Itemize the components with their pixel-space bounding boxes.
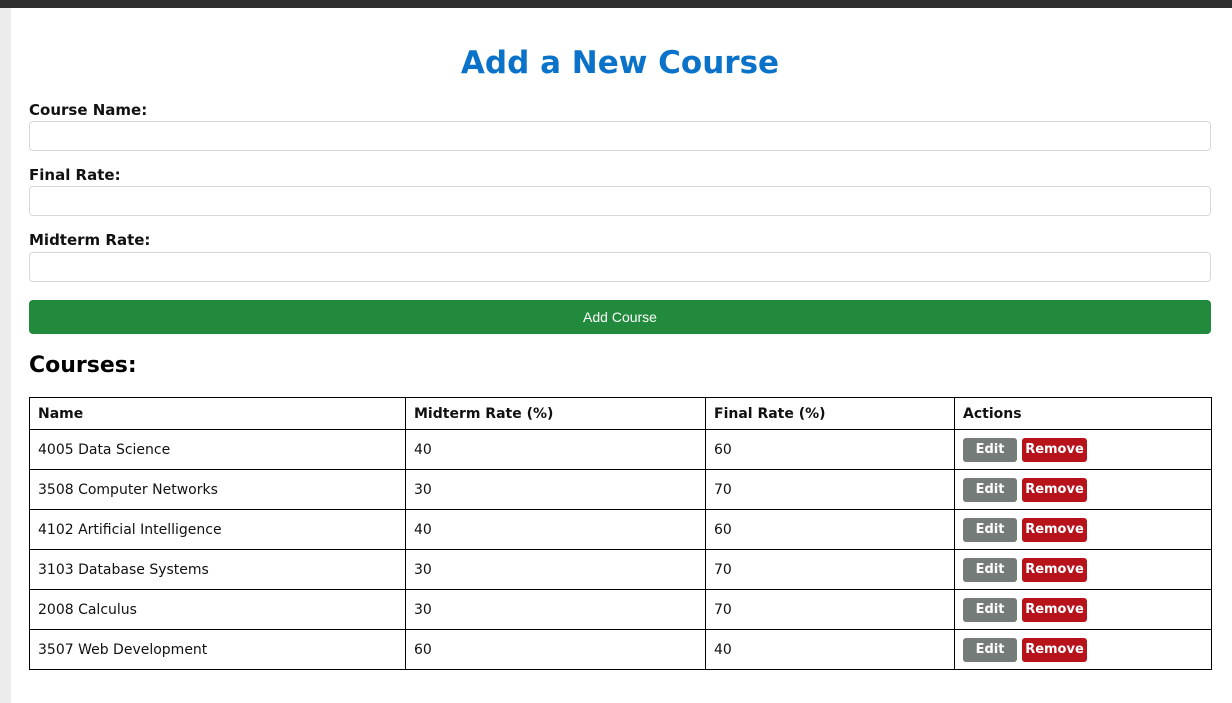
midterm-rate-label: Midterm Rate:	[29, 231, 151, 249]
remove-button[interactable]: Remove	[1022, 517, 1087, 542]
actions-cell: Edit Remove	[954, 469, 1212, 510]
course-name-cell: 4005 Data Science	[29, 429, 406, 470]
actions-cell: Edit Remove	[954, 429, 1212, 470]
remove-button[interactable]: Remove	[1022, 477, 1087, 502]
edit-button[interactable]: Edit	[963, 437, 1017, 462]
midterm-rate-cell: 40	[405, 509, 706, 550]
course-name-cell: 3508 Computer Networks	[29, 469, 406, 510]
courses-heading: Courses:	[29, 353, 137, 378]
midterm-rate-cell: 60	[405, 629, 706, 670]
edit-button[interactable]: Edit	[963, 517, 1017, 542]
add-course-button[interactable]: Add Course	[29, 300, 1211, 334]
edit-button[interactable]: Edit	[963, 637, 1017, 662]
remove-button[interactable]: Remove	[1022, 597, 1087, 622]
column-header-actions: Actions	[954, 397, 1212, 430]
table-row: 3508 Computer Networks 30 70 Edit Remove	[29, 469, 1212, 510]
table-header-row: Name Midterm Rate (%) Final Rate (%) Act…	[29, 397, 1212, 430]
midterm-rate-cell: 40	[405, 429, 706, 470]
column-header-midterm: Midterm Rate (%)	[405, 397, 706, 430]
midterm-rate-cell: 30	[405, 469, 706, 510]
table-row: 3103 Database Systems 30 70 Edit Remove	[29, 549, 1212, 590]
midterm-rate-cell: 30	[405, 589, 706, 630]
page-title: Add a New Course	[460, 45, 780, 81]
midterm-rate-input[interactable]	[29, 252, 1211, 282]
actions-cell: Edit Remove	[954, 629, 1212, 670]
edit-button[interactable]: Edit	[963, 477, 1017, 502]
course-name-input[interactable]	[29, 121, 1211, 151]
course-name-label: Course Name:	[29, 101, 148, 119]
edit-button[interactable]: Edit	[963, 557, 1017, 582]
remove-button[interactable]: Remove	[1022, 437, 1087, 462]
final-rate-cell: 70	[705, 549, 955, 590]
edit-button[interactable]: Edit	[963, 597, 1017, 622]
actions-cell: Edit Remove	[954, 549, 1212, 590]
final-rate-cell: 70	[705, 469, 955, 510]
remove-button[interactable]: Remove	[1022, 557, 1087, 582]
column-header-final: Final Rate (%)	[705, 397, 955, 430]
final-rate-label: Final Rate:	[29, 166, 121, 184]
final-rate-cell: 40	[705, 629, 955, 670]
course-name-cell: 3103 Database Systems	[29, 549, 406, 590]
courses-table: Name Midterm Rate (%) Final Rate (%) Act…	[29, 397, 1212, 670]
course-name-cell: 4102 Artificial Intelligence	[29, 509, 406, 550]
table-row: 2008 Calculus 30 70 Edit Remove	[29, 589, 1212, 630]
browser-top-bar	[0, 0, 1232, 8]
final-rate-input[interactable]	[29, 186, 1211, 216]
page-content: Add a New Course Course Name: Final Rate…	[11, 8, 1232, 703]
actions-cell: Edit Remove	[954, 509, 1212, 550]
table-row: 4102 Artificial Intelligence 40 60 Edit Remo…	[29, 509, 1212, 550]
remove-button[interactable]: Remove	[1022, 637, 1087, 662]
course-name-cell: 2008 Calculus	[29, 589, 406, 630]
actions-cell: Edit Remove	[954, 589, 1212, 630]
midterm-rate-cell: 30	[405, 549, 706, 590]
table-row: 4005 Data Science 40 60 Edit Remove	[29, 429, 1212, 470]
course-name-cell: 3507 Web Development	[29, 629, 406, 670]
final-rate-cell: 60	[705, 429, 955, 470]
column-header-name: Name	[29, 397, 406, 430]
table-row: 3507 Web Development 60 40 Edit Remove	[29, 629, 1212, 670]
final-rate-cell: 70	[705, 589, 955, 630]
final-rate-cell: 60	[705, 509, 955, 550]
